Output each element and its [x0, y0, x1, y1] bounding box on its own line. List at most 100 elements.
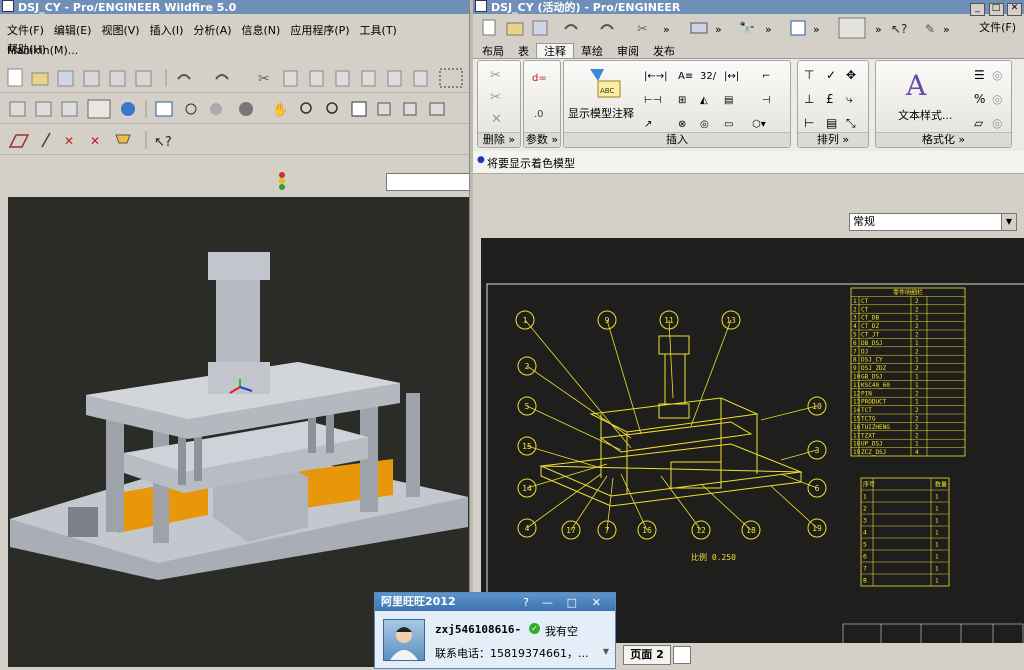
tab-review[interactable]: 审阅 [610, 44, 646, 59]
show-annotations-icon: ABC [590, 69, 621, 98]
bom-cell: 1 [915, 374, 919, 381]
bom-cell: 18 [853, 441, 861, 448]
spec-cell: 8 [863, 578, 867, 585]
spec-cell: 1 [935, 542, 939, 549]
svg-text:✕: ✕ [64, 134, 74, 148]
svg-text:⌐: ⌐ [762, 71, 770, 82]
svg-text:32/: 32/ [700, 71, 717, 82]
file-menu[interactable]: 文件(F) [979, 19, 1016, 35]
bom-cell: KSC40_60 [861, 382, 890, 389]
group-arrange-label[interactable]: 排列 » [798, 132, 868, 147]
bom-cell: 4 [853, 323, 857, 330]
im-title: 阿里旺旺2012 ? — □ ✕ [375, 593, 615, 611]
bom-cell: 2 [915, 306, 919, 313]
toolbar-3-icons[interactable]: ✕ ✕ ↖? [6, 129, 206, 151]
balloon-label: 18 [746, 526, 756, 535]
text-style-button[interactable]: 文本样式... [898, 107, 953, 123]
bom-cell: UP_DSJ [861, 441, 883, 448]
svg-text:✂: ✂ [258, 71, 270, 87]
params-icons[interactable]: d= .0 [530, 65, 554, 127]
svg-text:⊥: ⊥ [804, 92, 814, 106]
chevron-down-icon[interactable]: ▼ [603, 647, 609, 656]
add-page-icon[interactable] [673, 646, 691, 664]
close-button[interactable]: ✕ [1007, 3, 1022, 16]
group-params-label[interactable]: 参数 » [524, 132, 560, 147]
left-titlebar[interactable]: DSJ_CY - Pro/ENGINEER Wildfire 5.0 [0, 0, 469, 14]
bom-cell: 2 [915, 298, 919, 305]
group-delete-label[interactable]: 删除 » [478, 132, 520, 147]
svg-text:.0: .0 [534, 109, 544, 120]
svg-text:✂: ✂ [637, 22, 648, 37]
menu-help[interactable]: 帮助(H) [2, 40, 51, 60]
bom-cell: CT_DZ [861, 323, 879, 330]
format-icons[interactable]: ☰ ◎ % ◎ ▱ ◎ [972, 65, 1008, 129]
im-contact: 联系电话：15819374661，... [435, 647, 589, 660]
im-close-button[interactable]: ✕ [592, 594, 601, 612]
im-maximize-button[interactable]: □ [567, 594, 577, 612]
menu-insert[interactable]: 插入(I) [145, 21, 189, 41]
window-controls: _ □ ✕ [970, 0, 1022, 16]
filter-dropdown[interactable]: 常规 ▼ [849, 213, 1017, 231]
group-insert-label[interactable]: 插入 [564, 132, 790, 147]
online-status-icon: ✓ [529, 623, 540, 634]
svg-text:🔭: 🔭 [739, 21, 755, 37]
toolbar-2-icons[interactable]: ✋ [6, 98, 466, 120]
bom-cell: TUIZHENG [861, 424, 890, 431]
delete-icons[interactable]: ✂ ✂ ✕ [486, 65, 512, 127]
tab-layout[interactable]: 布局 [475, 44, 511, 59]
menu-view[interactable]: 视图(V) [96, 21, 144, 41]
right-titlebar[interactable]: DSJ_CY (活动的) - Pro/ENGINEER [473, 0, 1024, 14]
spec-cell: 1 [935, 518, 939, 525]
page-tab[interactable]: 页面 2 [623, 645, 671, 665]
menu-file[interactable]: 文件(F) [2, 21, 49, 41]
quick-access-toolbar[interactable]: ✂ » » 🔭 » » » ↖? ✎ » [477, 17, 957, 39]
im-notification-window[interactable]: 阿里旺旺2012 ? — □ ✕ zxj546108616- ✓ 我有空 联系电… [374, 592, 616, 669]
bom-cell: 12 [853, 390, 861, 397]
im-minimize-button[interactable]: — [542, 594, 553, 612]
svg-text:◭: ◭ [700, 95, 708, 106]
bom-cell: 13 [853, 399, 861, 406]
group-format-label[interactable]: 格式化 » [876, 132, 1011, 147]
balloon-label: 5 [525, 402, 530, 411]
menu-analysis[interactable]: 分析(A) [188, 21, 236, 41]
bom-cell: CT [861, 306, 869, 313]
balloon-label: 9 [605, 316, 610, 325]
minimize-button[interactable]: _ [970, 3, 985, 16]
balloon-label: 12 [696, 526, 706, 535]
balloon-label: 14 [522, 484, 532, 493]
bom-cell: 2 [915, 390, 919, 397]
svg-text:◎: ◎ [992, 92, 1002, 106]
svg-text:ABC: ABC [600, 87, 614, 95]
bom-cell: 4 [915, 449, 919, 456]
drawing-viewport[interactable]: 1 9 11 13 2 5 10 15 3 14 6 4 17 7 16 12 … [481, 238, 1024, 645]
svg-text:⊞: ⊞ [678, 95, 686, 106]
chevron-down-icon[interactable]: ▼ [1001, 214, 1016, 230]
bom-cell: 2 [853, 306, 857, 313]
bom-cell: GB_DSJ [861, 374, 883, 381]
balloon-label: 6 [815, 484, 820, 493]
menu-edit[interactable]: 编辑(E) [49, 21, 97, 41]
balloon-label: 10 [812, 402, 822, 411]
spec-cell: 1 [935, 506, 939, 513]
spec-table: 序号 数量 1 1 2 1 3 1 4 1 5 1 6 1 7 1 8 1 [860, 477, 950, 587]
insert-tool-icons[interactable]: |←→| A≡ 32/ |↔| ⌐ ⊢⊣ ⊞ ◭ ▤ ⊣ ↗ ⊗ ◎ ▭ ⬡▾ [644, 65, 786, 135]
maximize-button[interactable]: □ [988, 3, 1004, 16]
spec-cell: 1 [935, 494, 939, 501]
tab-table[interactable]: 表 [511, 44, 536, 59]
menu-info[interactable]: 信息(N) [237, 21, 286, 41]
show-annotations-button[interactable]: 显示模型注释 [568, 105, 634, 121]
tab-annotate[interactable]: 注释 [536, 43, 574, 59]
svg-text:✂: ✂ [490, 68, 501, 83]
arrange-icons[interactable]: ⊤ ✓ ✥ ⊥ £ ⤷ ⊢ ▤ ⤡ [802, 65, 864, 129]
left-search-input[interactable] [386, 173, 470, 191]
svg-text:⊢⊣: ⊢⊣ [644, 95, 661, 106]
tab-publish[interactable]: 发布 [646, 44, 682, 59]
spec-cell: 2 [863, 506, 867, 513]
menu-apps[interactable]: 应用程序(P) [285, 21, 354, 41]
avatar[interactable] [383, 619, 425, 661]
spec-cell: 1 [863, 494, 867, 501]
tab-sketch[interactable]: 草绘 [574, 44, 610, 59]
help-icon[interactable]: ? [523, 594, 529, 612]
toolbar-1-icons[interactable]: ✂ [6, 67, 466, 89]
menu-tools[interactable]: 工具(T) [355, 21, 402, 41]
